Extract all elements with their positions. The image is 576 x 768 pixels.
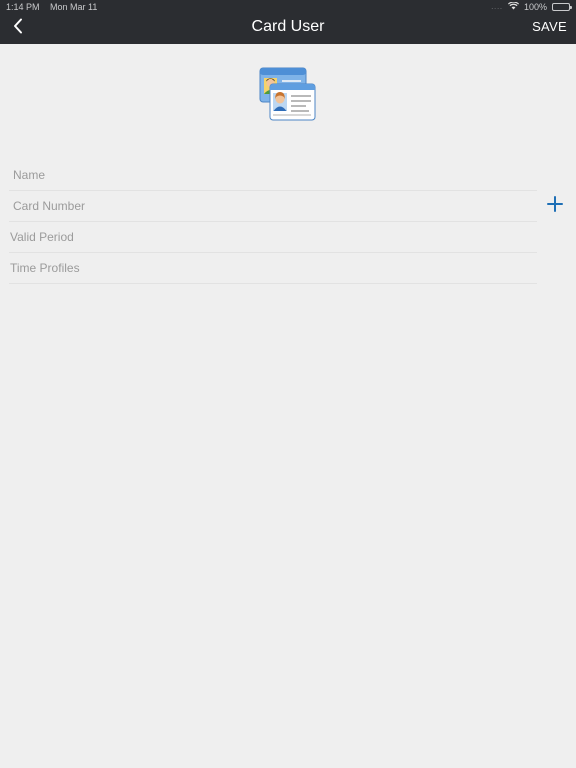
- time-profiles-label: Time Profiles: [10, 261, 80, 275]
- card-user-icon: [258, 66, 318, 124]
- chevron-left-icon: [13, 18, 23, 39]
- signal-dots: ....: [491, 3, 503, 11]
- nav-bar: Card User SAVE: [0, 14, 576, 44]
- battery-icon: [552, 3, 572, 11]
- valid-period-label: Valid Period: [10, 230, 74, 244]
- status-bar: 1:14 PM Mon Mar 11 .... 100%: [0, 0, 576, 14]
- name-input[interactable]: [9, 160, 537, 190]
- wifi-icon: [507, 1, 519, 12]
- battery-percent: 100%: [523, 2, 547, 12]
- back-button[interactable]: [6, 16, 30, 40]
- add-card-button[interactable]: [545, 195, 565, 217]
- time-profiles-field[interactable]: Time Profiles: [9, 253, 537, 284]
- status-right: .... 100%: [491, 1, 572, 12]
- page-title: Card User: [251, 18, 325, 35]
- status-left: 1:14 PM Mon Mar 11: [6, 2, 105, 12]
- status-time: 1:14 PM: [6, 2, 40, 12]
- valid-period-field[interactable]: Valid Period: [9, 222, 537, 253]
- plus-icon: [547, 195, 563, 217]
- name-field: [9, 160, 537, 191]
- status-date: Mon Mar 11: [50, 2, 98, 12]
- card-number-field: [9, 191, 537, 222]
- card-number-input[interactable]: [9, 191, 537, 221]
- save-button[interactable]: SAVE: [532, 14, 567, 40]
